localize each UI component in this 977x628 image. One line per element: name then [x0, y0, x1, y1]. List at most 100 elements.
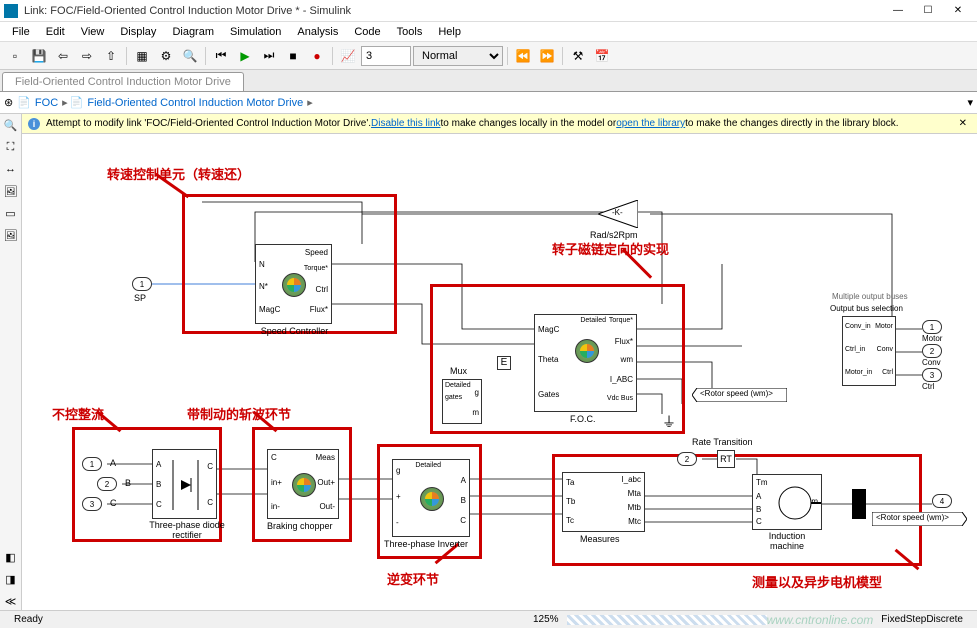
stop-button[interactable]: ■ [282, 45, 304, 67]
up-button[interactable]: ⇧ [100, 45, 122, 67]
inport-c[interactable]: 3 [82, 497, 102, 511]
inport-rate[interactable]: 2 [677, 452, 697, 466]
model-canvas[interactable]: 转速控制单元（转速还） 转子磁链定向的实现 不控整流 带制动的斩波环节 逆变环节… [22, 134, 977, 610]
window-titlebar: Link: FOC/Field-Oriented Control Inducti… [0, 0, 977, 22]
menu-display[interactable]: Display [112, 24, 164, 40]
ground-block[interactable]: ⏚ [662, 412, 676, 432]
breadcrumb-dropdown[interactable]: ▾ [967, 96, 973, 109]
calendar-button[interactable]: 📅 [591, 45, 613, 67]
menu-diagram[interactable]: Diagram [164, 24, 222, 40]
run-button[interactable]: ▶ [234, 45, 256, 67]
block-foc[interactable]: MagC Theta Gates Detailed Torque* Flux* … [534, 314, 637, 412]
info-close-button[interactable]: ✕ [955, 118, 971, 129]
breadcrumb-bar: ⊛ 📄 FOC ▸ 📄 Field-Oriented Control Induc… [0, 92, 977, 114]
left-palette: 🔍 ⛶ ↔ 🖼 ▭ 🖼 ◧ ◨ ≪ [0, 114, 22, 610]
menu-view[interactable]: View [73, 24, 113, 40]
block-mux[interactable]: Detailed gates g m [442, 379, 482, 424]
menu-tools[interactable]: Tools [389, 24, 431, 40]
step-forward-button[interactable]: ⏭ [258, 45, 280, 67]
block-gain[interactable]: -K- [598, 200, 638, 228]
open-library-link[interactable]: open the library [616, 118, 685, 129]
outport-3[interactable]: 3 [922, 368, 942, 382]
block-measures[interactable]: Ta Tb Tc I_abc Mta Mtb Mtc [562, 472, 645, 532]
block-rectifier[interactable]: A B C C C [152, 449, 217, 519]
block-speed-controller[interactable]: N N* MagC Speed Torque* Ctrl Flux* [255, 244, 332, 324]
bus-title: Multiple output buses [832, 292, 908, 301]
arrow-6 [895, 549, 920, 571]
menu-simulation[interactable]: Simulation [222, 24, 289, 40]
inport-a[interactable]: 1 [82, 457, 102, 471]
fast-forward-button[interactable]: ⏩ [536, 45, 558, 67]
disable-link[interactable]: Disable this link [371, 118, 440, 129]
fast-back-button[interactable]: ⏪ [512, 45, 534, 67]
palette-zoom-icon[interactable]: 🔍 [2, 116, 20, 134]
build-button[interactable]: ⚒ [567, 45, 589, 67]
watermark: www.cntronline.com [767, 613, 874, 627]
menu-analysis[interactable]: Analysis [289, 24, 346, 40]
model-icon: 📄 [17, 96, 31, 109]
window-title: Link: FOC/Field-Oriented Control Inducti… [24, 5, 883, 17]
breadcrumb-model[interactable]: Field-Oriented Control Induction Motor D… [85, 97, 305, 109]
simulink-icon [4, 4, 18, 18]
palette-arrow-icon[interactable]: ↔ [2, 160, 20, 178]
foc-label: F.O.C. [570, 414, 596, 424]
breadcrumb-root[interactable]: FOC [33, 97, 60, 109]
block-inverter[interactable]: g + - Detailed A B C [392, 459, 470, 537]
block-rate-transition[interactable]: RT [717, 450, 735, 468]
palette-collapse-icon[interactable]: ≪ [2, 592, 20, 610]
save-button[interactable]: 💾 [28, 45, 50, 67]
status-zoom[interactable]: 125% [525, 614, 567, 625]
block-bus-selector-small[interactable] [852, 489, 866, 519]
block-chopper[interactable]: C in+ in- Meas Out+ Out- [267, 449, 339, 519]
minimize-button[interactable]: — [883, 1, 913, 21]
block-output-bus[interactable]: Conv_in Ctrl_in Motor_in Motor Conv Ctrl [842, 316, 896, 386]
progress-stripe [567, 615, 767, 625]
model-tab[interactable]: Field-Oriented Control Induction Motor D… [2, 72, 244, 91]
menu-edit[interactable]: Edit [38, 24, 73, 40]
model-explorer-button[interactable]: 🔍 [179, 45, 201, 67]
machine-label: Induction machine [757, 532, 817, 552]
palette-a2-icon[interactable]: ◨ [2, 570, 20, 588]
block-induction-machine[interactable]: Tm A B C m [752, 474, 822, 530]
gain-label: Rad/s2Rpm [590, 230, 638, 240]
palette-screenshot-icon[interactable]: 🖼 [2, 182, 20, 200]
outport-2[interactable]: 2 [922, 344, 942, 358]
toolbar: ▫ 💾 ⇦ ⇨ ⇧ ▦ ⚙ 🔍 ⏮ ▶ ⏭ ■ ● 📈 Normal ⏪ ⏩ ⚒… [0, 42, 977, 70]
palette-annotation-icon[interactable]: ▭ [2, 204, 20, 222]
simulation-mode-select[interactable]: Normal [413, 46, 503, 66]
goto-rotor-speed[interactable]: <Rotor speed (wm)> [872, 512, 967, 528]
simulation-data-button[interactable]: 📈 [337, 45, 359, 67]
subsystem-icon: 📄 [70, 96, 84, 109]
back-button[interactable]: ⇦ [52, 45, 74, 67]
terminator-e[interactable]: E [497, 356, 511, 370]
palette-a1-icon[interactable]: ◧ [2, 548, 20, 566]
info-text-2: to make changes locally in the model or [441, 118, 617, 129]
from-rotor-speed[interactable]: <Rotor speed (wm)> [692, 388, 787, 404]
annotation-speed-ctrl: 转速控制单元（转速还） [107, 164, 250, 183]
palette-image-icon[interactable]: 🖼 [2, 226, 20, 244]
outport-1[interactable]: 1 [922, 320, 942, 334]
menu-code[interactable]: Code [346, 24, 388, 40]
stop-time-field[interactable] [361, 46, 411, 66]
menu-help[interactable]: Help [430, 24, 469, 40]
tab-strip: Field-Oriented Control Induction Motor D… [0, 70, 977, 92]
record-button[interactable]: ● [306, 45, 328, 67]
chopper-label: Braking chopper [267, 521, 333, 531]
menu-bar: File Edit View Display Diagram Simulatio… [0, 22, 977, 42]
close-button[interactable]: ✕ [943, 1, 973, 21]
menu-file[interactable]: File [4, 24, 38, 40]
inport-b[interactable]: 2 [97, 477, 117, 491]
info-text-3: to make the changes directly in the libr… [685, 118, 898, 129]
forward-button[interactable]: ⇨ [76, 45, 98, 67]
status-bar: Ready 125% www.cntronline.com FixedStepD… [0, 610, 977, 628]
step-back-button[interactable]: ⏮ [210, 45, 232, 67]
inport-sp[interactable]: 1 [132, 277, 152, 291]
palette-fit-icon[interactable]: ⛶ [2, 138, 20, 156]
maximize-button[interactable]: ☐ [913, 1, 943, 21]
info-text-1: Attempt to modify link 'FOC/Field-Orient… [46, 118, 371, 129]
variant-badge-icon[interactable]: ⊛ [4, 96, 13, 109]
new-model-button[interactable]: ▫ [4, 45, 26, 67]
outport-4[interactable]: 4 [932, 494, 952, 508]
library-browser-button[interactable]: ▦ [131, 45, 153, 67]
model-config-button[interactable]: ⚙ [155, 45, 177, 67]
